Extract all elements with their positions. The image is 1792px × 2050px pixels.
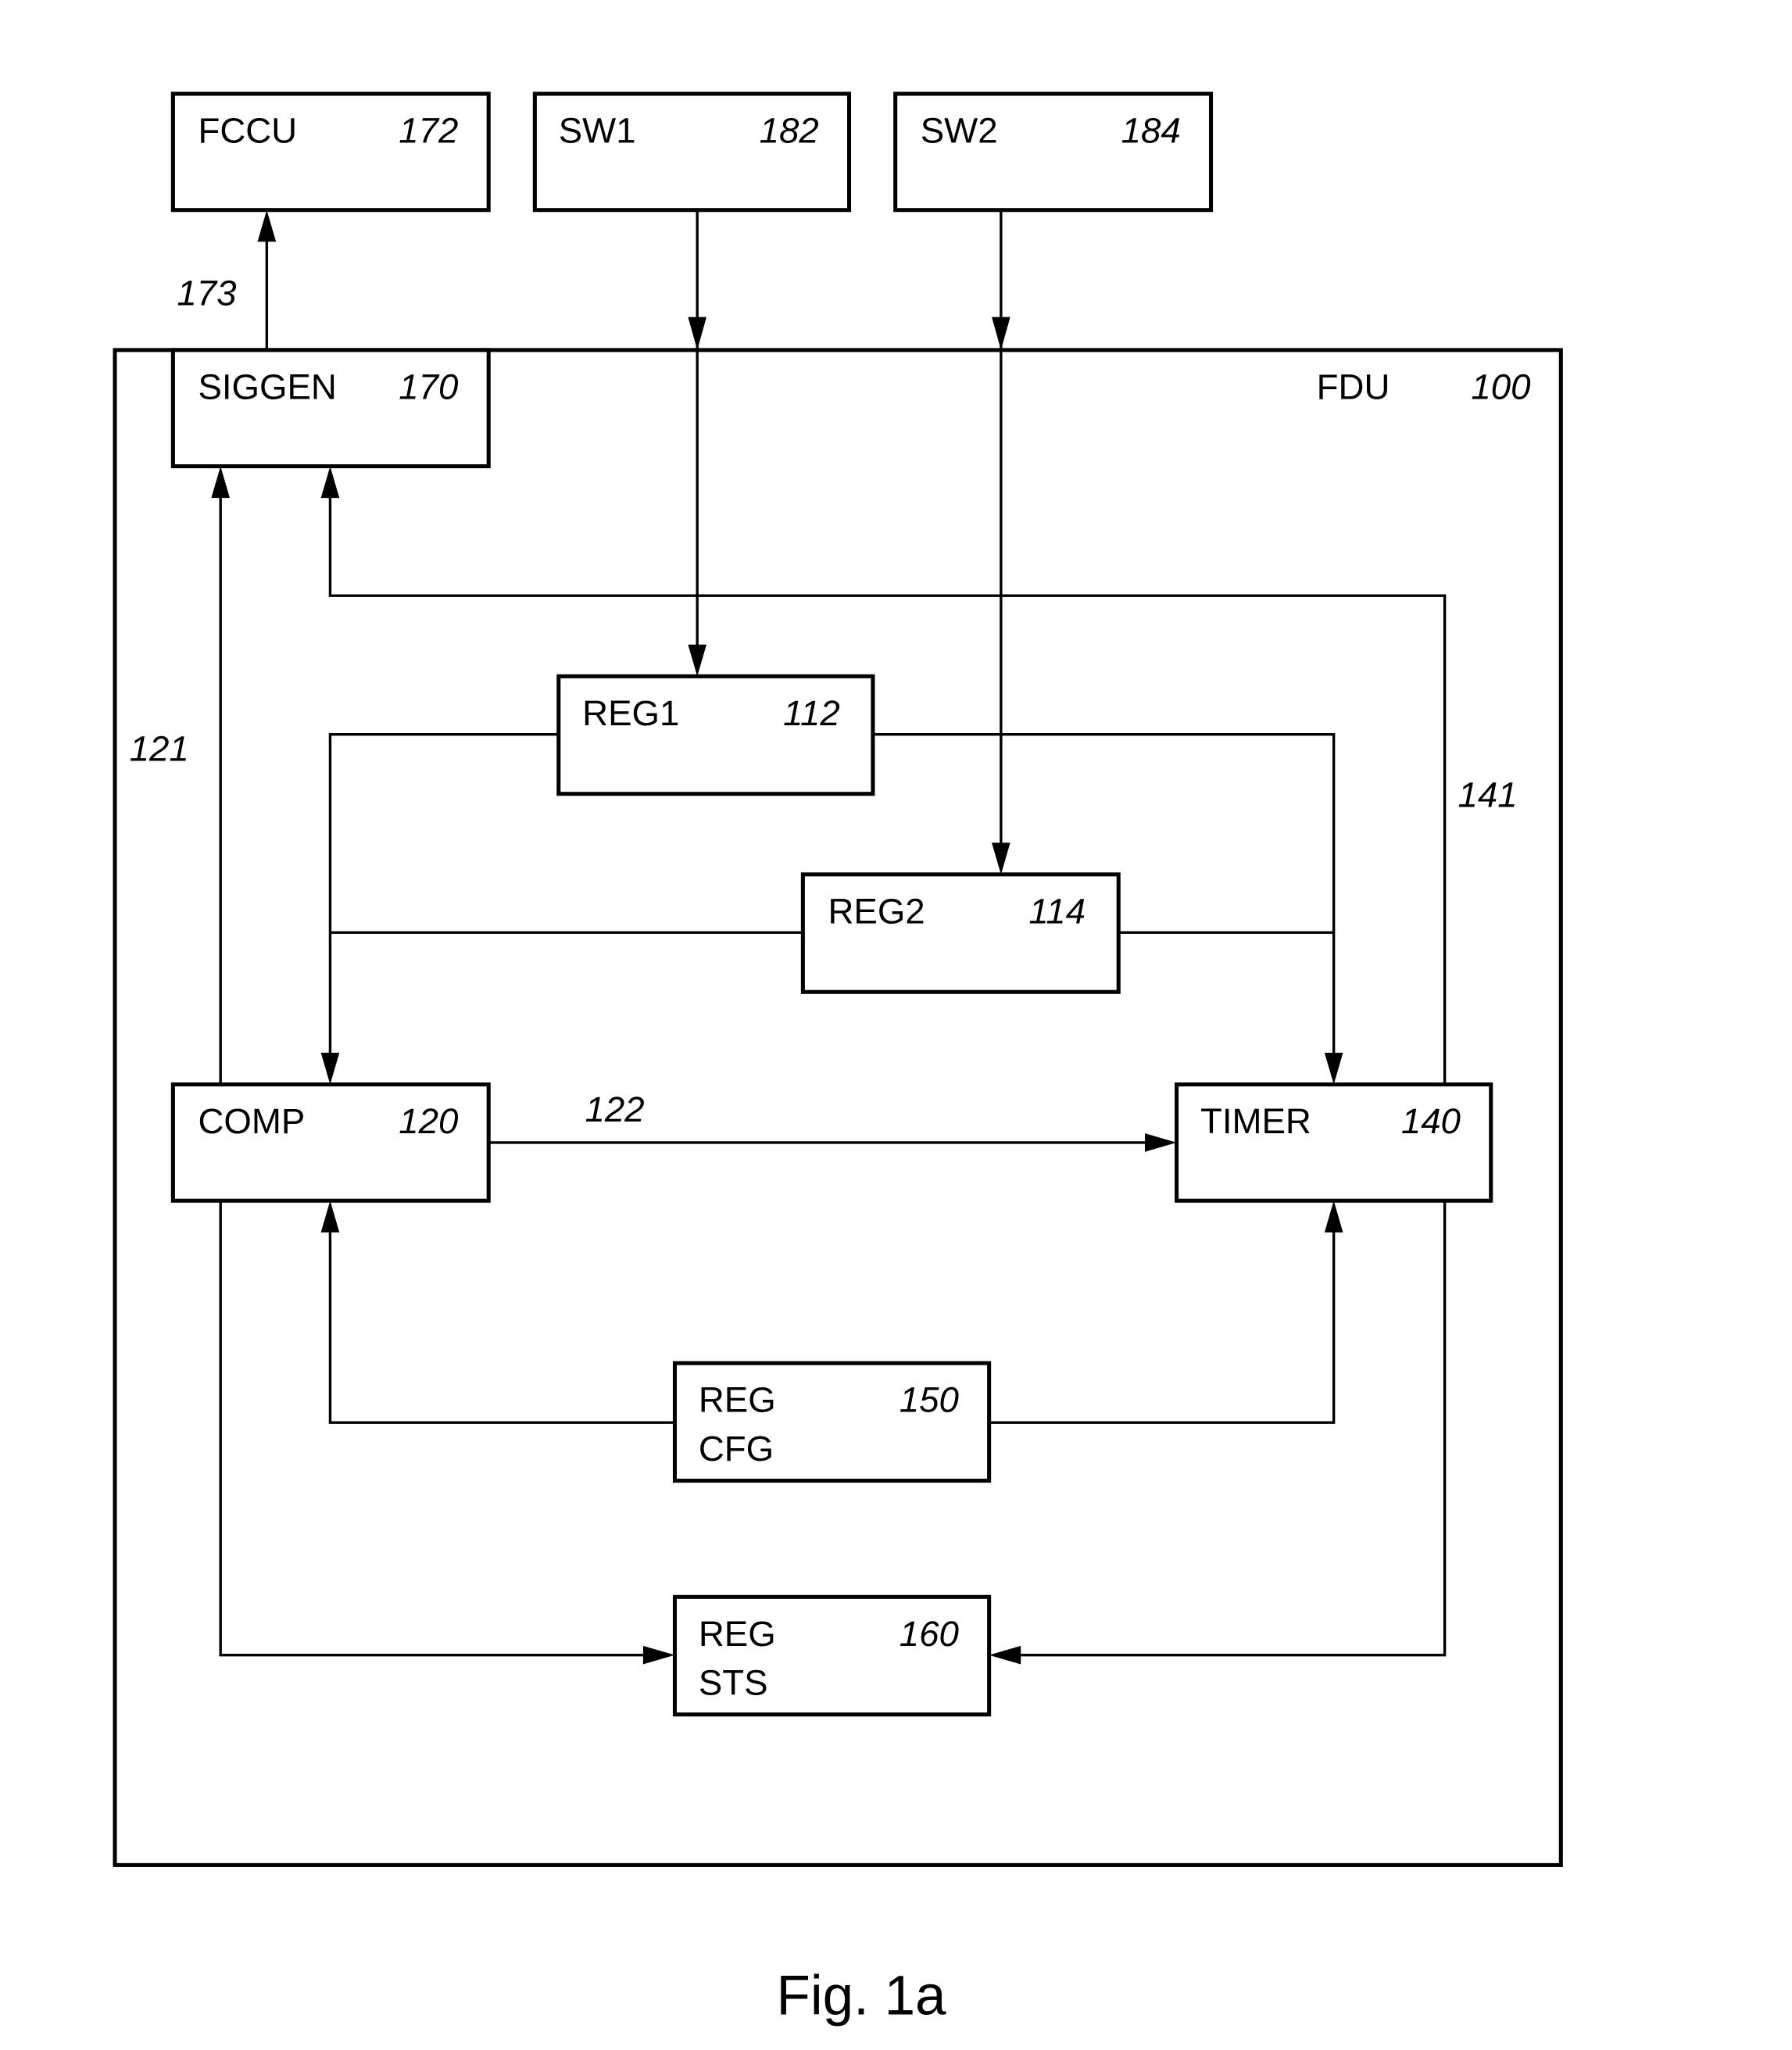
block-siggen-ref: 170 xyxy=(399,367,458,406)
block-reg-cfg: REG CFG 150 xyxy=(672,1361,992,1483)
arrowhead-down-fdu-sw2 xyxy=(992,317,1010,350)
block-reg-sts-name-line2: STS xyxy=(699,1662,768,1702)
figure-caption: Fig. 1a xyxy=(777,1965,946,2027)
block-fccu: FCCU 172 xyxy=(170,91,491,213)
arrowhead-up-fccu xyxy=(257,209,277,242)
block-sw2-ref: 184 xyxy=(1121,111,1181,151)
fdu-name: FDU xyxy=(1317,367,1390,406)
block-reg-sts-ref: 160 xyxy=(900,1614,959,1654)
block-sw1-name: SW1 xyxy=(559,111,636,151)
block-reg2-name: REG2 xyxy=(828,891,925,931)
block-timer-name: TIMER xyxy=(1200,1101,1311,1141)
block-sw1-ref: 182 xyxy=(760,111,819,151)
signal-label-141: 141 xyxy=(1458,775,1517,815)
arrowhead-down-fdu-sw1 xyxy=(688,317,707,350)
block-reg2-ref: 114 xyxy=(1028,891,1086,931)
block-reg-cfg-ref: 150 xyxy=(900,1380,959,1420)
block-sw2: SW2 184 xyxy=(893,91,1214,213)
signal-label-173: 173 xyxy=(177,273,236,313)
block-reg1-ref: 112 xyxy=(783,693,840,733)
block-comp-ref: 120 xyxy=(399,1101,458,1141)
block-reg-cfg-name-line2: CFG xyxy=(699,1429,774,1469)
signal-label-122: 122 xyxy=(585,1089,645,1129)
block-timer: TIMER 140 xyxy=(1175,1082,1493,1203)
block-siggen-name: SIGGEN xyxy=(198,367,336,406)
block-comp-name: COMP xyxy=(198,1101,305,1141)
fdu-ref: 100 xyxy=(1471,367,1530,406)
block-fccu-ref: 172 xyxy=(399,111,458,151)
signal-label-121: 121 xyxy=(130,728,189,768)
block-reg-sts: REG STS 160 xyxy=(672,1594,992,1717)
block-reg2: REG2 114 xyxy=(800,872,1121,994)
block-reg1: REG1 112 xyxy=(556,674,875,796)
block-siggen: SIGGEN 170 xyxy=(170,348,491,469)
block-sw2-name: SW2 xyxy=(921,111,998,151)
block-diagram: FDU 100 FCCU 172 SW1 182 SW2 184 SIGGEN … xyxy=(113,91,1563,2027)
block-reg-sts-name-line1: REG xyxy=(699,1614,776,1654)
block-reg-cfg-name-line1: REG xyxy=(699,1380,776,1420)
block-timer-ref: 140 xyxy=(1401,1101,1461,1141)
block-comp: COMP 120 xyxy=(170,1082,491,1203)
block-reg1-name: REG1 xyxy=(582,693,679,733)
block-sw1: SW1 182 xyxy=(532,91,852,213)
block-fccu-name: FCCU xyxy=(198,111,297,151)
